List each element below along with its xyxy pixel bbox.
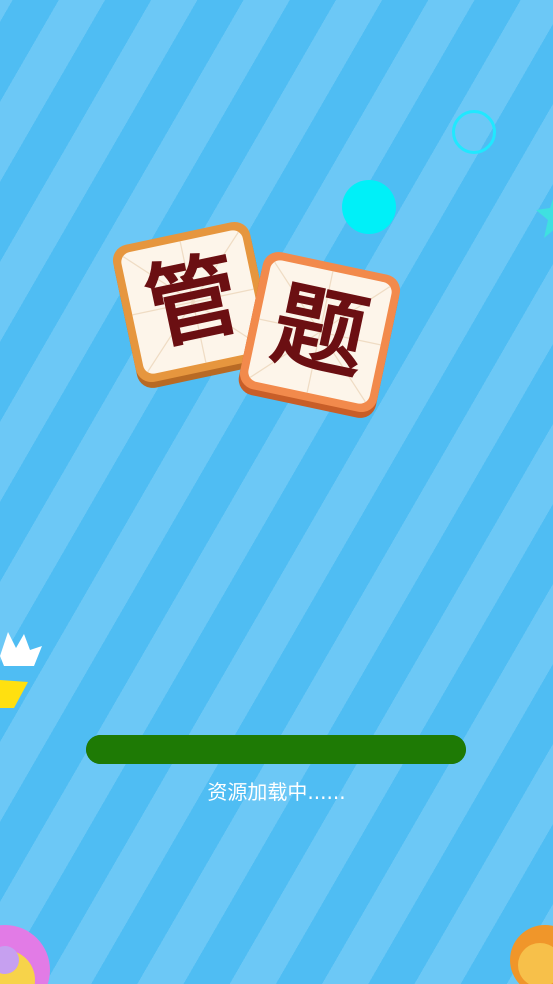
loading-progress-fill: [86, 735, 466, 764]
cyan-dot-decoration: [342, 180, 396, 234]
logo-tile-2: 题: [236, 248, 404, 416]
logo-char-2: 题: [263, 269, 377, 394]
star-decoration: [536, 199, 553, 238]
candy-corner-left-decoration: [0, 925, 50, 984]
white-crown-decoration: [0, 632, 42, 666]
yellow-shape-decoration: [0, 680, 28, 708]
ring-outline-decoration: [452, 110, 496, 154]
candy-corner-right-decoration: [510, 925, 553, 984]
loading-screen: 管 题 资源加载中......: [0, 0, 553, 984]
loading-progress-bar: [86, 735, 466, 764]
loading-status-text: 资源加载中......: [207, 780, 346, 804]
